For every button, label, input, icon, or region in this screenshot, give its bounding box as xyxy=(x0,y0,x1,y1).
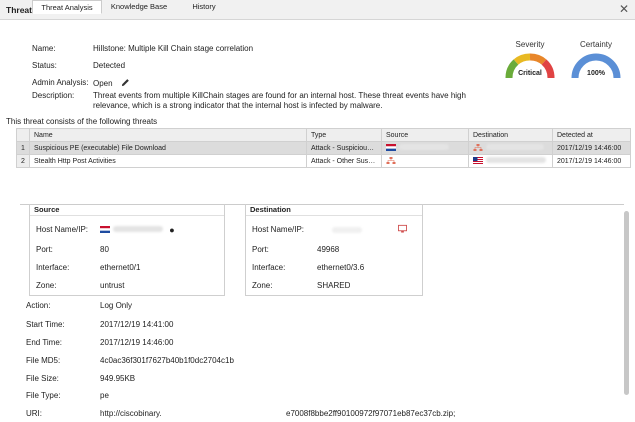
source-port-label: Port: xyxy=(36,245,53,254)
destination-title: Destination xyxy=(246,204,422,216)
analysis-label: Admin Analysis: xyxy=(32,78,89,87)
description-label: Description: xyxy=(32,91,75,100)
file-size-value: 949.95KB xyxy=(100,374,136,383)
file-md5-value: 4c0ac36f301f7627b40b1f0dc2704c1b xyxy=(100,356,234,365)
severity-label: Severity xyxy=(515,40,545,49)
table-header-row: Name Type Source Destination Detected at xyxy=(16,128,631,142)
certainty-label: Certainty xyxy=(579,40,612,49)
tab-history[interactable]: History xyxy=(176,0,232,14)
network-icon xyxy=(386,157,396,164)
source-panel: Source Host Name/IP: ● Port: 80 Interfac… xyxy=(29,204,225,296)
redacted-ip xyxy=(113,226,163,232)
destination-iface-label: Interface: xyxy=(252,263,286,272)
end-time-value: 2017/12/19 14:46:00 xyxy=(100,338,174,347)
redacted-ip xyxy=(486,157,546,163)
host-info-icon[interactable] xyxy=(398,224,407,233)
uri-value: http://ciscobinary. xyxy=(100,409,162,418)
source-zone-value: untrust xyxy=(100,281,125,290)
detected-cell: 2017/12/19 14:46:00 xyxy=(552,141,631,155)
source-host-value: ● xyxy=(100,225,175,235)
start-time-label: Start Time: xyxy=(26,320,65,329)
row-number: 2 xyxy=(16,154,30,168)
table-row[interactable]: 2 Stealth Http Post Activities Attack - … xyxy=(16,154,631,168)
end-time-label: End Time: xyxy=(26,338,63,347)
column-header-detected[interactable]: Detected at xyxy=(552,128,631,142)
destination-panel: Destination Host Name/IP: Port: 49968 In… xyxy=(245,204,423,296)
action-label: Action: xyxy=(26,301,51,310)
destination-port-value: 49968 xyxy=(317,245,340,254)
detected-cell: 2017/12/19 14:46:00 xyxy=(552,154,631,168)
pencil-icon[interactable] xyxy=(121,78,130,87)
redacted-ip xyxy=(486,144,544,150)
column-header-type[interactable]: Type xyxy=(306,128,382,142)
column-header-name[interactable]: Name xyxy=(29,128,307,142)
file-md5-label: File MD5: xyxy=(26,356,61,365)
source-iface-value: ethernet0/1 xyxy=(100,263,141,272)
destination-cell xyxy=(468,154,553,168)
source-cell xyxy=(381,154,469,168)
name-label: Name: xyxy=(32,44,56,53)
action-value: Log Only xyxy=(100,301,133,310)
source-host-label: Host Name/IP: xyxy=(36,225,89,234)
window-title: Threat xyxy=(6,5,32,15)
source-iface-label: Interface: xyxy=(36,263,70,272)
file-size-label: File Size: xyxy=(26,374,59,383)
redacted-ip xyxy=(332,227,362,233)
us-flag-icon xyxy=(473,157,483,164)
uri-value-tail: e7008f8bbe2ff90100972f97071eb87ec37cb.zi… xyxy=(286,409,456,418)
status-value: Detected xyxy=(93,61,126,70)
table-row[interactable]: 1 Suspicious PE (executable) File Downlo… xyxy=(16,141,631,155)
destination-zone-value: SHARED xyxy=(317,281,351,290)
destination-zone-label: Zone: xyxy=(252,281,273,290)
column-header-source[interactable]: Source xyxy=(381,128,469,142)
threat-name: Hillstone: Multiple Kill Chain stage cor… xyxy=(93,44,254,53)
column-header-destination[interactable]: Destination xyxy=(468,128,553,142)
certainty-value: 100% xyxy=(587,70,605,77)
tab-knowledge-base[interactable]: Knowledge Base xyxy=(104,0,174,14)
destination-iface-value: ethernet0/3.6 xyxy=(317,263,365,272)
redacted-ip xyxy=(399,144,449,150)
threats-table: Name Type Source Destination Detected at… xyxy=(16,128,631,168)
source-port-value: 80 xyxy=(100,245,109,254)
file-type-label: File Type: xyxy=(26,391,61,400)
source-cell xyxy=(381,141,469,155)
destination-host-value xyxy=(332,226,362,235)
destination-port-label: Port: xyxy=(252,245,269,254)
description-text: Threat events from multiple KillChain st… xyxy=(93,91,466,110)
status-label: Status: xyxy=(32,61,57,70)
close-icon[interactable]: ✕ xyxy=(619,2,629,16)
source-title: Source xyxy=(30,204,224,216)
tab-threat-analysis[interactable]: Threat Analysis xyxy=(32,0,102,14)
consists-label: This threat consists of the following th… xyxy=(6,117,158,126)
row-number: 1 xyxy=(16,141,30,155)
source-zone-label: Zone: xyxy=(36,281,57,290)
analysis-value-wrap: Open xyxy=(93,78,130,88)
network-icon xyxy=(473,144,483,151)
vertical-scrollbar[interactable] xyxy=(624,211,629,395)
netherlands-flag-icon xyxy=(100,226,110,233)
severity-value: Critical xyxy=(518,70,542,77)
threat-type-cell: Attack - Suspicious ... xyxy=(306,141,382,155)
file-type-value: pe xyxy=(100,391,109,400)
netherlands-flag-icon xyxy=(386,144,396,151)
uri-label: URI: xyxy=(26,409,42,418)
hacker-icon: ● xyxy=(169,225,175,235)
start-time-value: 2017/12/19 14:41:00 xyxy=(100,320,174,329)
destination-host-label: Host Name/IP: xyxy=(252,225,305,234)
threat-name-cell: Stealth Http Post Activities xyxy=(29,154,307,168)
threat-name-cell: Suspicious PE (executable) File Download xyxy=(29,141,307,155)
threat-type-cell: Attack - Other Susp... xyxy=(306,154,382,168)
row-number-header xyxy=(16,128,30,142)
analysis-value: Open xyxy=(93,79,113,88)
destination-cell xyxy=(468,141,553,155)
